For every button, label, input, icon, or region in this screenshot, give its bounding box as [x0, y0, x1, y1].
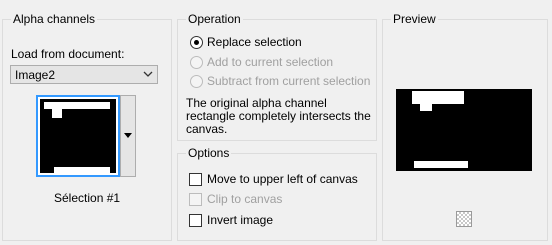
caret-down-icon [124, 133, 132, 138]
replace-selection-label[interactable]: Replace selection [207, 35, 302, 49]
preview-image [396, 89, 532, 171]
operation-title: Operation [186, 12, 243, 26]
replace-selection-radio[interactable] [190, 36, 203, 49]
thumbnail-mask-notch [52, 108, 62, 118]
subtract-from-selection-label[interactable]: Subtract from current selection [207, 74, 370, 88]
alpha-channels-title: Alpha channels [11, 12, 98, 26]
chevron-down-icon [143, 71, 153, 77]
document-combo[interactable]: Image2 [10, 65, 158, 84]
preview-mask-bottom [414, 161, 468, 168]
options-title: Options [186, 146, 232, 160]
add-to-selection-radio[interactable] [190, 56, 203, 69]
document-combo-value: Image2 [15, 68, 56, 82]
thumbnail-mask-bottom [54, 167, 110, 173]
operation-message-line-1: The original alpha channel [186, 96, 327, 110]
invert-image-checkbox[interactable] [189, 214, 202, 227]
thumbnail-image [40, 99, 116, 173]
radio-selected-dot [194, 40, 199, 45]
subtract-from-selection-radio[interactable] [190, 75, 203, 88]
thumbnail-dropdown-button[interactable] [120, 95, 136, 177]
alpha-channel-thumbnail[interactable] [36, 95, 120, 177]
selection-name: Sélection #1 [54, 191, 121, 205]
add-to-selection-label[interactable]: Add to current selection [207, 55, 333, 69]
operation-message-line-3: canvas. [186, 122, 228, 136]
preview-mask-notch [420, 103, 432, 111]
invert-image-label[interactable]: Invert image [207, 213, 273, 227]
load-from-document-label: Load from document: [11, 47, 125, 61]
checkerboard-icon[interactable] [456, 211, 472, 227]
operation-message-line-2: rectangle completely intersects the [186, 109, 371, 123]
move-to-upper-left-checkbox[interactable] [189, 173, 202, 186]
preview-title: Preview [391, 12, 438, 26]
clip-to-canvas-checkbox[interactable] [189, 193, 202, 206]
move-to-upper-left-label[interactable]: Move to upper left of canvas [207, 172, 358, 186]
clip-to-canvas-label[interactable]: Clip to canvas [207, 192, 282, 206]
